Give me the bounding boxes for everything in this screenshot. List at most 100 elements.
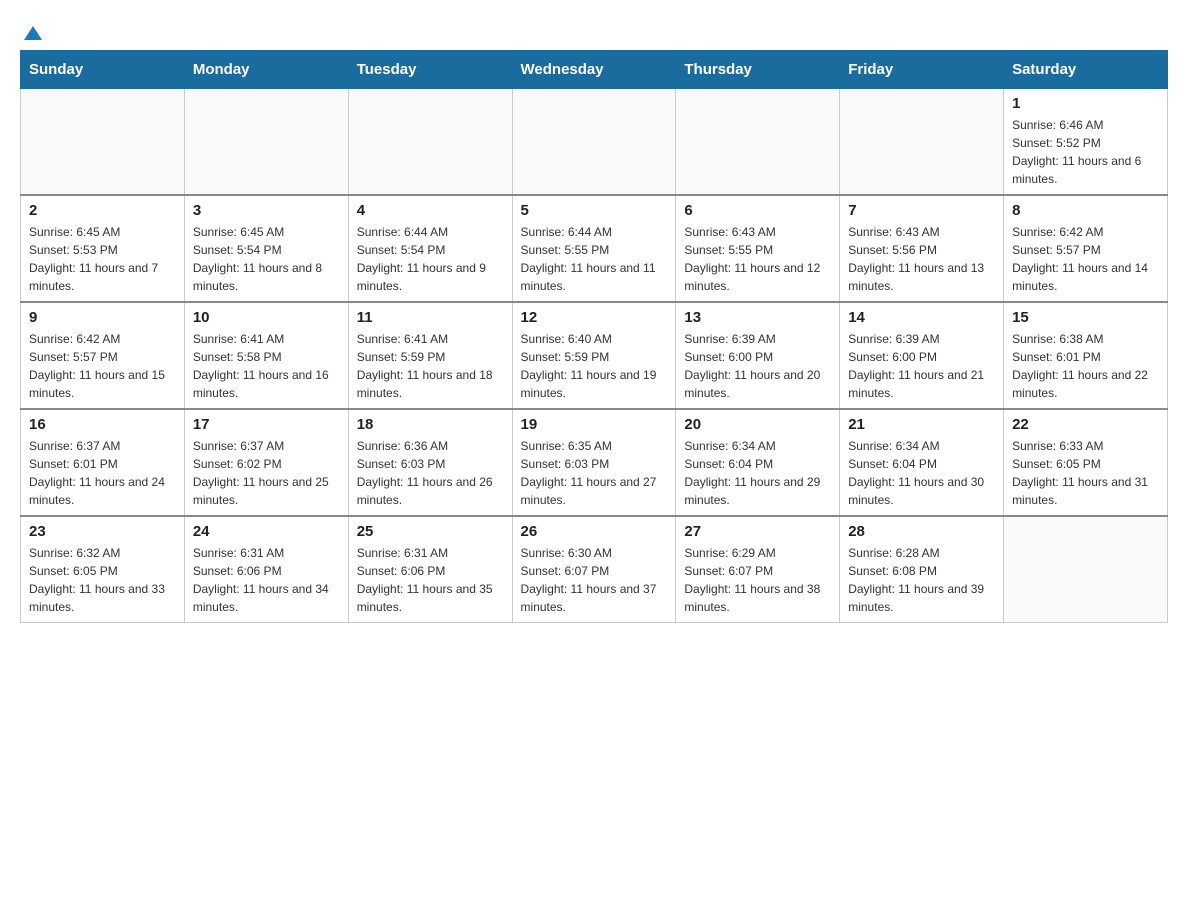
calendar-cell	[348, 89, 512, 196]
day-number: 23	[29, 523, 176, 540]
day-info: Sunrise: 6:30 AMSunset: 6:07 PMDaylight:…	[521, 544, 668, 616]
day-info: Sunrise: 6:37 AMSunset: 6:01 PMDaylight:…	[29, 437, 176, 509]
day-info: Sunrise: 6:41 AMSunset: 5:58 PMDaylight:…	[193, 330, 340, 402]
day-info: Sunrise: 6:31 AMSunset: 6:06 PMDaylight:…	[193, 544, 340, 616]
day-info: Sunrise: 6:42 AMSunset: 5:57 PMDaylight:…	[1012, 223, 1159, 295]
day-number: 27	[684, 523, 831, 540]
day-info: Sunrise: 6:36 AMSunset: 6:03 PMDaylight:…	[357, 437, 504, 509]
day-number: 14	[848, 309, 995, 326]
day-number: 20	[684, 416, 831, 433]
day-number: 10	[193, 309, 340, 326]
weekday-header-saturday: Saturday	[1004, 51, 1168, 89]
calendar-cell: 8 Sunrise: 6:42 AMSunset: 5:57 PMDaylight…	[1004, 195, 1168, 302]
day-number: 6	[684, 202, 831, 219]
day-info: Sunrise: 6:39 AMSunset: 6:00 PMDaylight:…	[848, 330, 995, 402]
day-number: 18	[357, 416, 504, 433]
day-info: Sunrise: 6:45 AMSunset: 5:54 PMDaylight:…	[193, 223, 340, 295]
calendar-cell: 11 Sunrise: 6:41 AMSunset: 5:59 PMDayligh…	[348, 302, 512, 409]
day-info: Sunrise: 6:38 AMSunset: 6:01 PMDaylight:…	[1012, 330, 1159, 402]
calendar-cell: 2 Sunrise: 6:45 AMSunset: 5:53 PMDaylight…	[21, 195, 185, 302]
calendar-cell: 23Sunrise: 6:32 AMSunset: 6:05 PMDayligh…	[21, 516, 185, 623]
day-number: 22	[1012, 416, 1159, 433]
calendar-cell	[1004, 516, 1168, 623]
day-number: 19	[521, 416, 668, 433]
day-info: Sunrise: 6:46 AMSunset: 5:52 PMDaylight:…	[1012, 116, 1159, 188]
calendar-cell	[840, 89, 1004, 196]
calendar-cell: 27 Sunrise: 6:29 AMSunset: 6:07 PMDayligh…	[676, 516, 840, 623]
calendar-cell: 3 Sunrise: 6:45 AMSunset: 5:54 PMDaylight…	[184, 195, 348, 302]
weekday-header-monday: Monday	[184, 51, 348, 89]
day-info: Sunrise: 6:45 AMSunset: 5:53 PMDaylight:…	[29, 223, 176, 295]
day-number: 8	[1012, 202, 1159, 219]
calendar-week-row: 2 Sunrise: 6:45 AMSunset: 5:53 PMDaylight…	[21, 195, 1168, 302]
logo	[20, 20, 44, 40]
day-info: Sunrise: 6:31 AMSunset: 6:06 PMDaylight:…	[357, 544, 504, 616]
day-info: Sunrise: 6:37 AMSunset: 6:02 PMDaylight:…	[193, 437, 340, 509]
day-number: 3	[193, 202, 340, 219]
logo-triangle-icon	[22, 22, 44, 44]
weekday-header-friday: Friday	[840, 51, 1004, 89]
calendar-table: SundayMondayTuesdayWednesdayThursdayFrid…	[20, 50, 1168, 623]
calendar-cell: 12 Sunrise: 6:40 AMSunset: 5:59 PMDayligh…	[512, 302, 676, 409]
day-info: Sunrise: 6:43 AMSunset: 5:56 PMDaylight:…	[848, 223, 995, 295]
calendar-cell: 25 Sunrise: 6:31 AMSunset: 6:06 PMDayligh…	[348, 516, 512, 623]
day-info: Sunrise: 6:44 AMSunset: 5:54 PMDaylight:…	[357, 223, 504, 295]
calendar-cell: 1 Sunrise: 6:46 AMSunset: 5:52 PMDaylight…	[1004, 89, 1168, 196]
calendar-cell: 13 Sunrise: 6:39 AMSunset: 6:00 PMDayligh…	[676, 302, 840, 409]
day-info: Sunrise: 6:28 AMSunset: 6:08 PMDaylight:…	[848, 544, 995, 616]
day-number: 4	[357, 202, 504, 219]
day-number: 2	[29, 202, 176, 219]
calendar-cell: 6 Sunrise: 6:43 AMSunset: 5:55 PMDaylight…	[676, 195, 840, 302]
day-number: 1	[1012, 95, 1159, 112]
day-number: 24	[193, 523, 340, 540]
day-number: 9	[29, 309, 176, 326]
calendar-cell: 4 Sunrise: 6:44 AMSunset: 5:54 PMDaylight…	[348, 195, 512, 302]
day-info: Sunrise: 6:44 AMSunset: 5:55 PMDaylight:…	[521, 223, 668, 295]
day-number: 21	[848, 416, 995, 433]
weekday-header-thursday: Thursday	[676, 51, 840, 89]
calendar-cell: 28Sunrise: 6:28 AMSunset: 6:08 PMDayligh…	[840, 516, 1004, 623]
calendar-week-row: 1 Sunrise: 6:46 AMSunset: 5:52 PMDaylight…	[21, 89, 1168, 196]
calendar-cell: 10 Sunrise: 6:41 AMSunset: 5:58 PMDayligh…	[184, 302, 348, 409]
calendar-cell	[184, 89, 348, 196]
day-info: Sunrise: 6:40 AMSunset: 5:59 PMDaylight:…	[521, 330, 668, 402]
header	[20, 20, 1168, 40]
day-info: Sunrise: 6:39 AMSunset: 6:00 PMDaylight:…	[684, 330, 831, 402]
calendar-cell	[676, 89, 840, 196]
day-info: Sunrise: 6:41 AMSunset: 5:59 PMDaylight:…	[357, 330, 504, 402]
calendar-week-row: 9 Sunrise: 6:42 AMSunset: 5:57 PMDaylight…	[21, 302, 1168, 409]
calendar-cell: 16 Sunrise: 6:37 AMSunset: 6:01 PMDayligh…	[21, 409, 185, 516]
calendar-cell: 15 Sunrise: 6:38 AMSunset: 6:01 PMDayligh…	[1004, 302, 1168, 409]
day-number: 25	[357, 523, 504, 540]
weekday-header-sunday: Sunday	[21, 51, 185, 89]
calendar-cell: 24 Sunrise: 6:31 AMSunset: 6:06 PMDayligh…	[184, 516, 348, 623]
calendar-cell	[21, 89, 185, 196]
day-number: 13	[684, 309, 831, 326]
calendar-cell: 22Sunrise: 6:33 AMSunset: 6:05 PMDayligh…	[1004, 409, 1168, 516]
calendar-cell	[512, 89, 676, 196]
day-info: Sunrise: 6:34 AMSunset: 6:04 PMDaylight:…	[684, 437, 831, 509]
calendar-cell: 26 Sunrise: 6:30 AMSunset: 6:07 PMDayligh…	[512, 516, 676, 623]
day-number: 12	[521, 309, 668, 326]
day-number: 15	[1012, 309, 1159, 326]
day-info: Sunrise: 6:42 AMSunset: 5:57 PMDaylight:…	[29, 330, 176, 402]
day-info: Sunrise: 6:29 AMSunset: 6:07 PMDaylight:…	[684, 544, 831, 616]
day-number: 16	[29, 416, 176, 433]
weekday-header-tuesday: Tuesday	[348, 51, 512, 89]
calendar-cell: 7 Sunrise: 6:43 AMSunset: 5:56 PMDaylight…	[840, 195, 1004, 302]
calendar-cell: 18 Sunrise: 6:36 AMSunset: 6:03 PMDayligh…	[348, 409, 512, 516]
calendar-cell: 19 Sunrise: 6:35 AMSunset: 6:03 PMDayligh…	[512, 409, 676, 516]
day-info: Sunrise: 6:35 AMSunset: 6:03 PMDaylight:…	[521, 437, 668, 509]
calendar-week-row: 23Sunrise: 6:32 AMSunset: 6:05 PMDayligh…	[21, 516, 1168, 623]
day-number: 26	[521, 523, 668, 540]
day-info: Sunrise: 6:34 AMSunset: 6:04 PMDaylight:…	[848, 437, 995, 509]
calendar-cell: 14 Sunrise: 6:39 AMSunset: 6:00 PMDayligh…	[840, 302, 1004, 409]
day-number: 5	[521, 202, 668, 219]
day-number: 11	[357, 309, 504, 326]
calendar-week-row: 16 Sunrise: 6:37 AMSunset: 6:01 PMDayligh…	[21, 409, 1168, 516]
day-number: 7	[848, 202, 995, 219]
weekday-header-wednesday: Wednesday	[512, 51, 676, 89]
weekday-header-row: SundayMondayTuesdayWednesdayThursdayFrid…	[21, 51, 1168, 89]
calendar-cell: 21 Sunrise: 6:34 AMSunset: 6:04 PMDayligh…	[840, 409, 1004, 516]
day-info: Sunrise: 6:43 AMSunset: 5:55 PMDaylight:…	[684, 223, 831, 295]
